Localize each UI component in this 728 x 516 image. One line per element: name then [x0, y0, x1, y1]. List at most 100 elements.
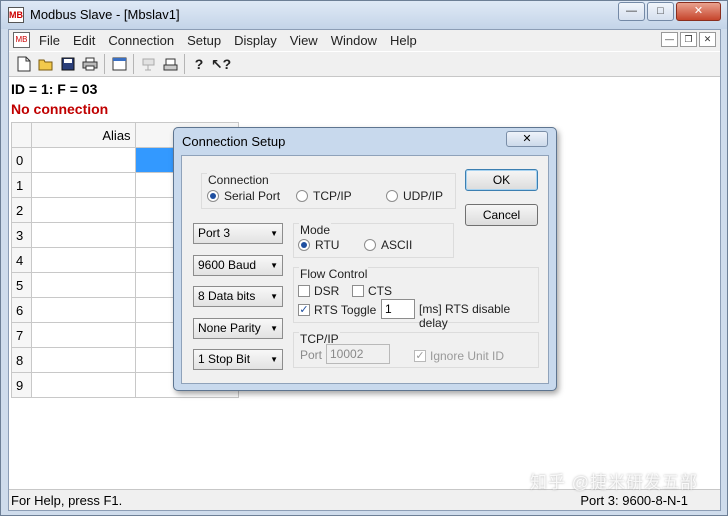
- baud-select-value: 9600 Baud: [198, 258, 257, 272]
- radio-label: RTU: [315, 238, 340, 252]
- new-icon[interactable]: [13, 53, 35, 75]
- toolbar-separator: [104, 54, 105, 74]
- rts-delay-input[interactable]: 1: [381, 299, 415, 319]
- parity-select[interactable]: None Parity ▼: [193, 318, 283, 339]
- radio-udp-ip[interactable]: UDP/IP: [386, 189, 443, 203]
- radio-rtu[interactable]: RTU: [298, 238, 339, 252]
- menu-view[interactable]: View: [290, 33, 318, 48]
- document-icon[interactable]: MB: [13, 32, 30, 48]
- menu-help[interactable]: Help: [390, 33, 417, 48]
- checkbox-label: DSR: [314, 284, 340, 298]
- child-close-button[interactable]: ✕: [699, 32, 716, 47]
- open-icon[interactable]: [35, 53, 57, 75]
- checkbox-label: RTS Toggle: [314, 303, 377, 317]
- title-bar: MB Modbus Slave - [Mbslav1] — □ ✕: [1, 1, 727, 29]
- toolbar: ? ↖?: [9, 51, 720, 77]
- radio-label: UDP/IP: [403, 189, 444, 203]
- about-icon[interactable]: ?: [188, 53, 210, 75]
- child-restore-button[interactable]: ❐: [680, 32, 697, 47]
- alias-cell[interactable]: [30, 247, 136, 273]
- window-title: Modbus Slave - [Mbslav1]: [30, 7, 180, 22]
- alias-cell[interactable]: [30, 347, 136, 373]
- baud-select[interactable]: 9600 Baud ▼: [193, 255, 283, 276]
- dialog-title: Connection Setup: [182, 134, 286, 149]
- tcp-port-input[interactable]: 10002: [326, 344, 390, 364]
- connect-icon[interactable]: [137, 53, 159, 75]
- radio-ascii[interactable]: ASCII: [364, 238, 412, 252]
- alias-cell[interactable]: [30, 197, 136, 223]
- tcp-port-label: Port: [300, 348, 323, 362]
- maximize-button[interactable]: □: [647, 2, 674, 21]
- row-header: 0: [11, 147, 32, 173]
- ignore-unit-id-checkbox[interactable]: ✓ Ignore Unit ID: [414, 349, 504, 363]
- rts-toggle-checkbox[interactable]: ✓ RTS Toggle: [298, 303, 376, 317]
- menu-connection[interactable]: Connection: [108, 33, 174, 48]
- connection-status: No connection: [11, 101, 109, 117]
- chevron-down-icon: ▼: [270, 324, 278, 333]
- radio-indicator: [296, 190, 308, 202]
- menu-window[interactable]: Window: [331, 33, 377, 48]
- checkbox-box: ✓: [298, 304, 310, 316]
- alias-cell[interactable]: [30, 372, 136, 398]
- slave-id-line: ID = 1: F = 03: [11, 81, 98, 97]
- print-icon[interactable]: [79, 53, 101, 75]
- row-header: 7: [11, 322, 32, 348]
- port-select-value: Port 3: [198, 226, 231, 240]
- alias-cell[interactable]: [30, 147, 136, 173]
- menu-setup[interactable]: Setup: [187, 33, 221, 48]
- row-header: 1: [11, 172, 32, 198]
- tcp-ip-group: TCP/IP Port 10002 ✓ Ignore Unit ID: [293, 332, 539, 368]
- radio-serial-port[interactable]: Serial Port: [207, 189, 280, 203]
- status-port-settings: Port 3: 9600-8-N-1: [580, 493, 688, 508]
- radio-indicator: [364, 239, 376, 251]
- watermark: 知乎 @捷米研发五部: [530, 473, 698, 492]
- ok-button[interactable]: OK: [465, 169, 538, 191]
- checkbox-label: Ignore Unit ID: [430, 349, 505, 363]
- alias-cell[interactable]: [30, 222, 136, 248]
- alias-cell[interactable]: [30, 322, 136, 348]
- mode-group-label: Mode: [299, 223, 332, 237]
- flow-control-group-label: Flow Control: [299, 267, 369, 281]
- chevron-down-icon: ▼: [270, 292, 278, 301]
- parity-select-value: None Parity: [198, 321, 261, 335]
- connection-group: Connection Serial Port TCP/IP UDP/IP: [201, 173, 456, 209]
- radio-label: TCP/IP: [313, 189, 352, 203]
- close-button[interactable]: ✕: [676, 2, 721, 21]
- chevron-down-icon: ▼: [270, 355, 278, 364]
- cts-checkbox[interactable]: CTS: [352, 284, 392, 298]
- dialog-close-button[interactable]: ✕: [506, 131, 548, 147]
- rts-delay-label: [ms] RTS disable delay: [419, 302, 511, 330]
- menu-items: File Edit Connection Setup Display View …: [39, 33, 430, 48]
- cancel-button[interactable]: Cancel: [465, 204, 538, 226]
- app-window: MB Modbus Slave - [Mbslav1] — □ ✕ MB Fil…: [0, 0, 728, 516]
- alias-cell[interactable]: [30, 297, 136, 323]
- window-icon[interactable]: [108, 53, 130, 75]
- menu-edit[interactable]: Edit: [73, 33, 95, 48]
- mode-group: Mode RTU ASCII: [293, 223, 454, 258]
- alias-cell[interactable]: [30, 272, 136, 298]
- disconnect-icon[interactable]: [159, 53, 181, 75]
- alias-column-header[interactable]: Alias: [30, 122, 136, 148]
- alias-cell[interactable]: [30, 172, 136, 198]
- dsr-checkbox[interactable]: DSR: [298, 284, 339, 298]
- row-header: 4: [11, 247, 32, 273]
- port-select[interactable]: Port 3 ▼: [193, 223, 283, 244]
- chevron-down-icon: ▼: [270, 261, 278, 270]
- radio-tcp-ip[interactable]: TCP/IP: [296, 189, 352, 203]
- minimize-button[interactable]: —: [618, 2, 645, 21]
- stop-bits-select[interactable]: 1 Stop Bit ▼: [193, 349, 283, 370]
- child-minimize-button[interactable]: —: [661, 32, 678, 47]
- toolbar-separator: [133, 54, 134, 74]
- child-window-controls: — ❐ ✕: [659, 32, 716, 47]
- window-controls: — □ ✕: [616, 2, 721, 21]
- save-icon[interactable]: [57, 53, 79, 75]
- context-help-icon[interactable]: ↖?: [210, 53, 232, 75]
- menu-bar: MB File Edit Connection Setup Display Vi…: [9, 30, 720, 51]
- status-bar: For Help, press F1. 知乎 @捷米研发五部 Port 3: 9…: [9, 473, 720, 510]
- menu-file[interactable]: File: [39, 33, 60, 48]
- menu-display[interactable]: Display: [234, 33, 277, 48]
- data-bits-select[interactable]: 8 Data bits ▼: [193, 286, 283, 307]
- flow-control-group: Flow Control DSR CTS ✓ RTS Toggle 1 [ms]…: [293, 267, 539, 330]
- dialog-body: Connection Serial Port TCP/IP UDP/IP OK …: [181, 155, 549, 384]
- row-header: 2: [11, 197, 32, 223]
